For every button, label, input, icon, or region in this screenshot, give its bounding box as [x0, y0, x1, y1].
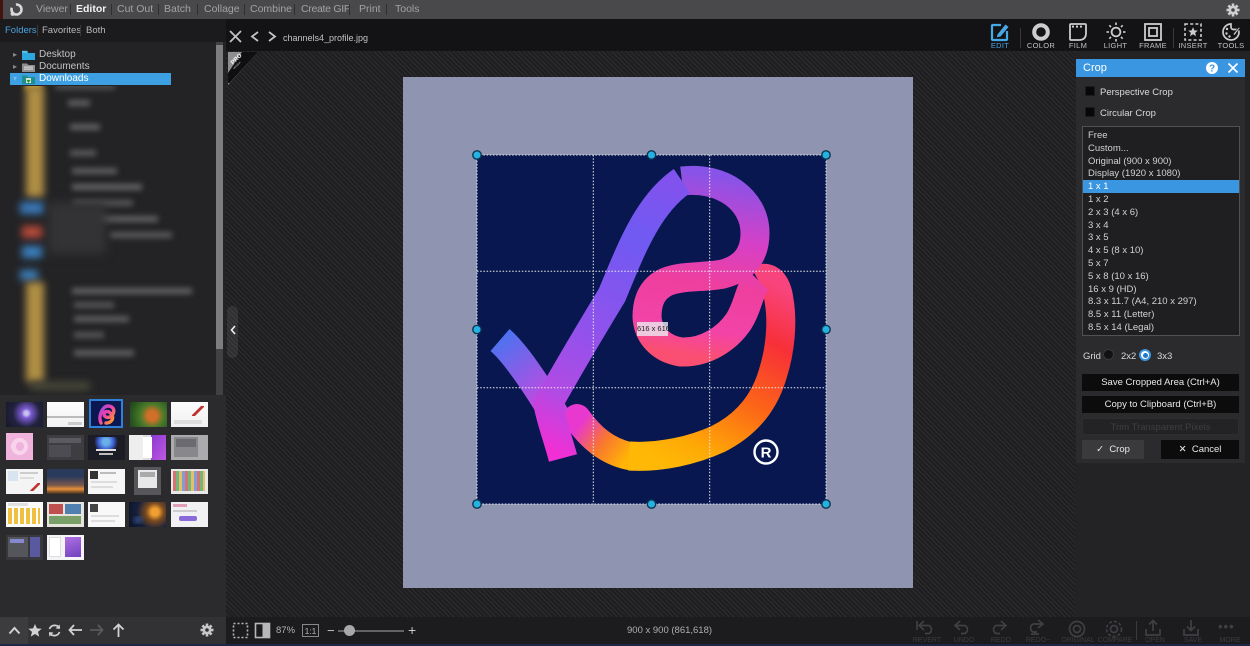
svg-text:?: ?: [1209, 64, 1215, 75]
